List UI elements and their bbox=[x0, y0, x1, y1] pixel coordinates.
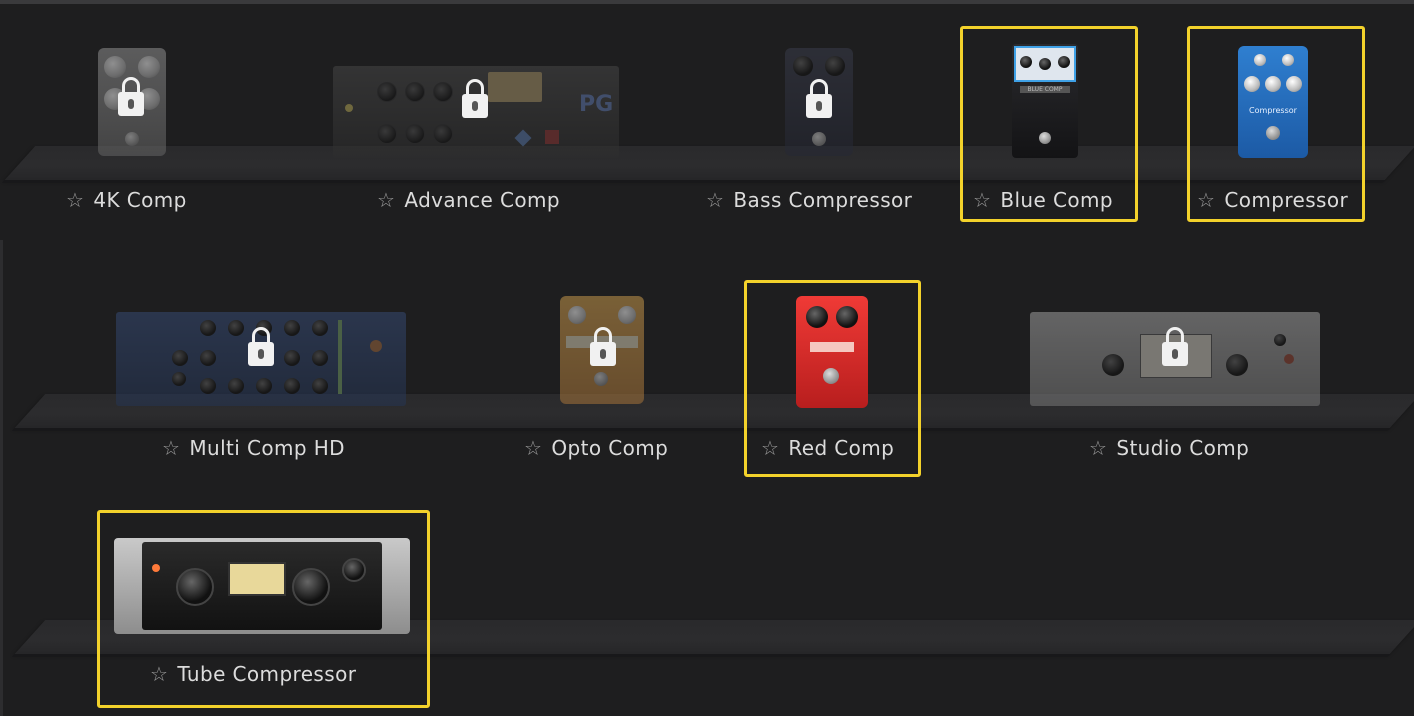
star-outline-icon[interactable]: ☆ bbox=[162, 436, 180, 460]
star-outline-icon[interactable]: ☆ bbox=[150, 662, 168, 686]
left-scroll-edge bbox=[0, 240, 3, 716]
plugin-advance-comp-label: ☆ Advance Comp bbox=[377, 188, 560, 212]
padlock-icon bbox=[462, 79, 488, 118]
plugin-bass-compressor-label: ☆ Bass Compressor bbox=[706, 188, 912, 212]
star-outline-icon[interactable]: ☆ bbox=[761, 436, 779, 460]
star-outline-icon[interactable]: ☆ bbox=[706, 188, 724, 212]
plugin-name: 4K Comp bbox=[93, 188, 187, 212]
padlock-icon bbox=[118, 77, 144, 116]
padlock-icon bbox=[1162, 327, 1188, 366]
plugin-red-comp-pedal-image bbox=[796, 296, 868, 408]
plugin-name: Tube Compressor bbox=[177, 662, 357, 686]
star-outline-icon[interactable]: ☆ bbox=[973, 188, 991, 212]
plugin-name: Multi Comp HD bbox=[189, 436, 345, 460]
plugin-studio-comp-label: ☆ Studio Comp bbox=[1089, 436, 1249, 460]
star-outline-icon[interactable]: ☆ bbox=[377, 188, 395, 212]
plugin-name: Blue Comp bbox=[1000, 188, 1113, 212]
compressor-plugin-browser: ☆ 4K Comp PG ☆ Advance Comp ☆ Bass Compress… bbox=[0, 0, 1414, 716]
plugin-compressor-pedal-image: Compressor bbox=[1238, 46, 1308, 158]
blue-comp-panel-text: BLUE COMP bbox=[1020, 86, 1070, 93]
top-border bbox=[0, 0, 1414, 4]
plugin-name: Compressor bbox=[1224, 188, 1349, 212]
plugin-name: Advance Comp bbox=[404, 188, 560, 212]
plugin-blue-comp-label: ☆ Blue Comp bbox=[973, 188, 1113, 212]
star-outline-icon[interactable]: ☆ bbox=[1197, 188, 1215, 212]
plugin-blue-comp-pedal-image: BLUE COMP bbox=[1012, 44, 1078, 158]
plugin-red-comp-label: ☆ Red Comp bbox=[761, 436, 894, 460]
plugin-compressor-label: ☆ Compressor bbox=[1197, 188, 1348, 212]
plugin-name: Bass Compressor bbox=[733, 188, 913, 212]
plugin-name: Opto Comp bbox=[551, 436, 669, 460]
plugin-tube-compressor-label: ☆ Tube Compressor bbox=[150, 662, 356, 686]
plugin-tube-compressor-rack-image bbox=[114, 538, 410, 634]
padlock-icon bbox=[248, 327, 274, 366]
star-outline-icon[interactable]: ☆ bbox=[66, 188, 84, 212]
padlock-icon bbox=[590, 327, 616, 366]
plugin-name: Studio Comp bbox=[1116, 436, 1250, 460]
plugin-multi-comp-hd-label: ☆ Multi Comp HD bbox=[162, 436, 345, 460]
plugin-name: Red Comp bbox=[788, 436, 895, 460]
plugin-4k-comp-label: ☆ 4K Comp bbox=[66, 188, 187, 212]
pg-brand-logo: PG bbox=[579, 92, 614, 117]
star-outline-icon[interactable]: ☆ bbox=[524, 436, 542, 460]
padlock-icon bbox=[806, 79, 832, 118]
compressor-panel-text: Compressor bbox=[1249, 106, 1297, 115]
shelf-row-1 bbox=[4, 146, 1414, 180]
star-outline-icon[interactable]: ☆ bbox=[1089, 436, 1107, 460]
plugin-opto-comp-label: ☆ Opto Comp bbox=[524, 436, 668, 460]
